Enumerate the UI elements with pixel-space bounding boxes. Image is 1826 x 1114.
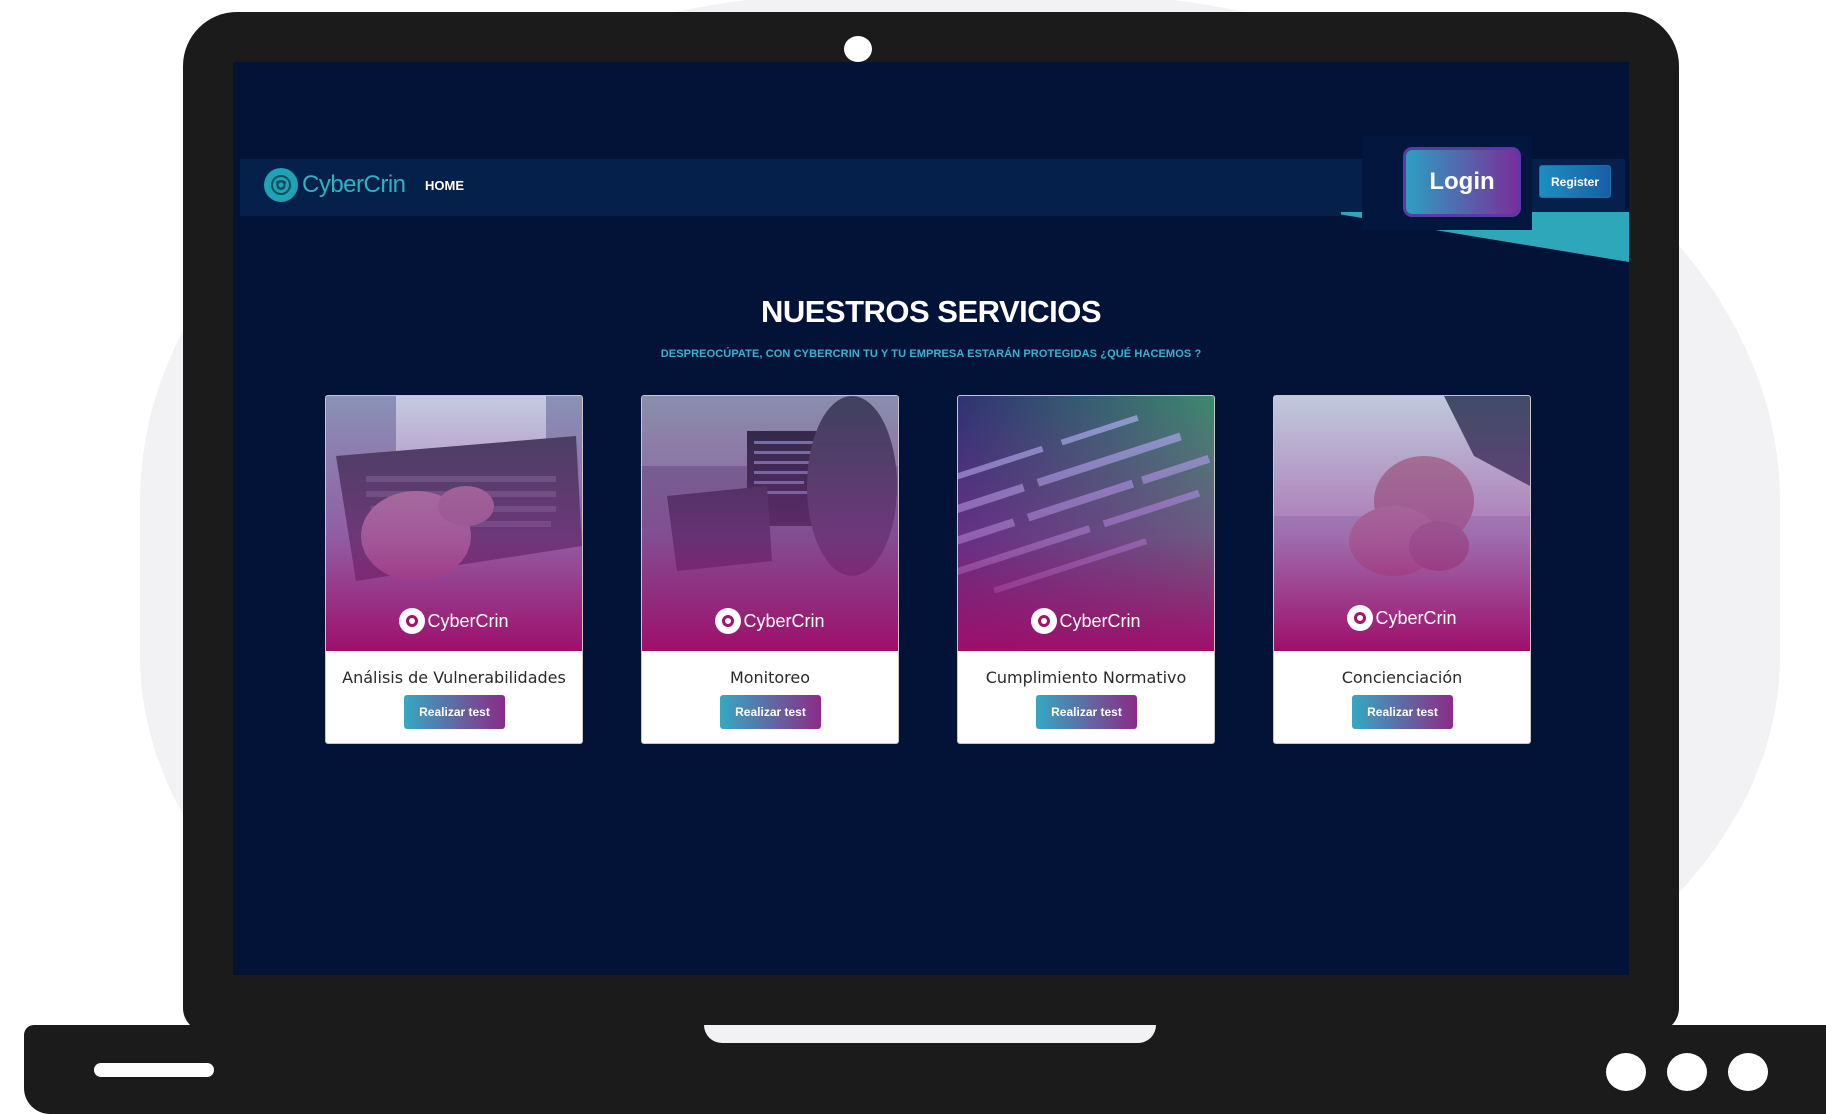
- realizar-test-button[interactable]: Realizar test: [720, 695, 821, 729]
- laptop-notch: [704, 1025, 1156, 1043]
- card-image-code-monitor: CyberCrin: [642, 396, 898, 651]
- card-title: Concienciación: [1341, 668, 1463, 687]
- realizar-test-button[interactable]: Realizar test: [1036, 695, 1137, 729]
- brand-name: CyberCrin: [302, 171, 406, 198]
- shield-logo-icon: [1031, 608, 1058, 634]
- card-title: Análisis de Vulnerabilidades: [342, 668, 566, 687]
- card-image-hands-together: CyberCrin: [1274, 396, 1530, 651]
- section-title: NUESTROS SERVICIOS: [760, 294, 1102, 329]
- shield-logo-icon: [399, 608, 426, 634]
- card-logo: CyberCrin: [1274, 605, 1530, 631]
- card-logo: CyberCrin: [642, 608, 898, 634]
- service-card: CyberCrin Análisis de Vulnerabilidades R…: [325, 395, 583, 744]
- shield-logo-icon: [1347, 605, 1374, 631]
- card-image-code-screen: CyberCrin: [958, 396, 1214, 651]
- card-logo-text: CyberCrin: [1059, 610, 1141, 631]
- realizar-test-button[interactable]: Realizar test: [404, 695, 505, 729]
- register-button[interactable]: Register: [1539, 165, 1611, 198]
- card-title: Cumplimiento Normativo: [985, 668, 1187, 687]
- realizar-test-button[interactable]: Realizar test: [1352, 695, 1453, 729]
- login-button[interactable]: Login: [1406, 150, 1518, 214]
- service-card: CyberCrin Concienciación Realizar test: [1273, 395, 1531, 744]
- card-image-laptop: CyberCrin: [326, 396, 582, 651]
- nav-home-link[interactable]: HOME: [425, 178, 464, 193]
- card-logo-text: CyberCrin: [1375, 607, 1457, 628]
- card-title: Monitoreo: [729, 668, 811, 687]
- laptop-dot-icon: [1728, 1053, 1768, 1091]
- laptop-dot-icon: [1606, 1053, 1646, 1091]
- laptop-base: [24, 1025, 1826, 1114]
- card-logo-text: CyberCrin: [427, 610, 509, 631]
- shield-logo-icon: [715, 608, 742, 634]
- card-logo: CyberCrin: [958, 608, 1214, 634]
- section-subtitle: DESPREOCÚPATE, CON CYBERCRIN TU Y TU EMP…: [660, 348, 1202, 360]
- service-card: CyberCrin Monitoreo Realizar test: [641, 395, 899, 744]
- laptop-speaker-bar: [94, 1063, 214, 1077]
- camera-icon: [844, 36, 872, 62]
- laptop-dot-icon: [1667, 1053, 1707, 1091]
- app-screen: CyberCrin HOME Login Register NUESTROS S…: [233, 62, 1629, 975]
- brand[interactable]: CyberCrin: [264, 168, 406, 202]
- shield-logo-icon: [264, 168, 298, 202]
- card-logo: CyberCrin: [326, 608, 582, 634]
- service-card: CyberCrin Cumplimiento Normativo Realiza…: [957, 395, 1215, 744]
- card-logo-text: CyberCrin: [743, 610, 825, 631]
